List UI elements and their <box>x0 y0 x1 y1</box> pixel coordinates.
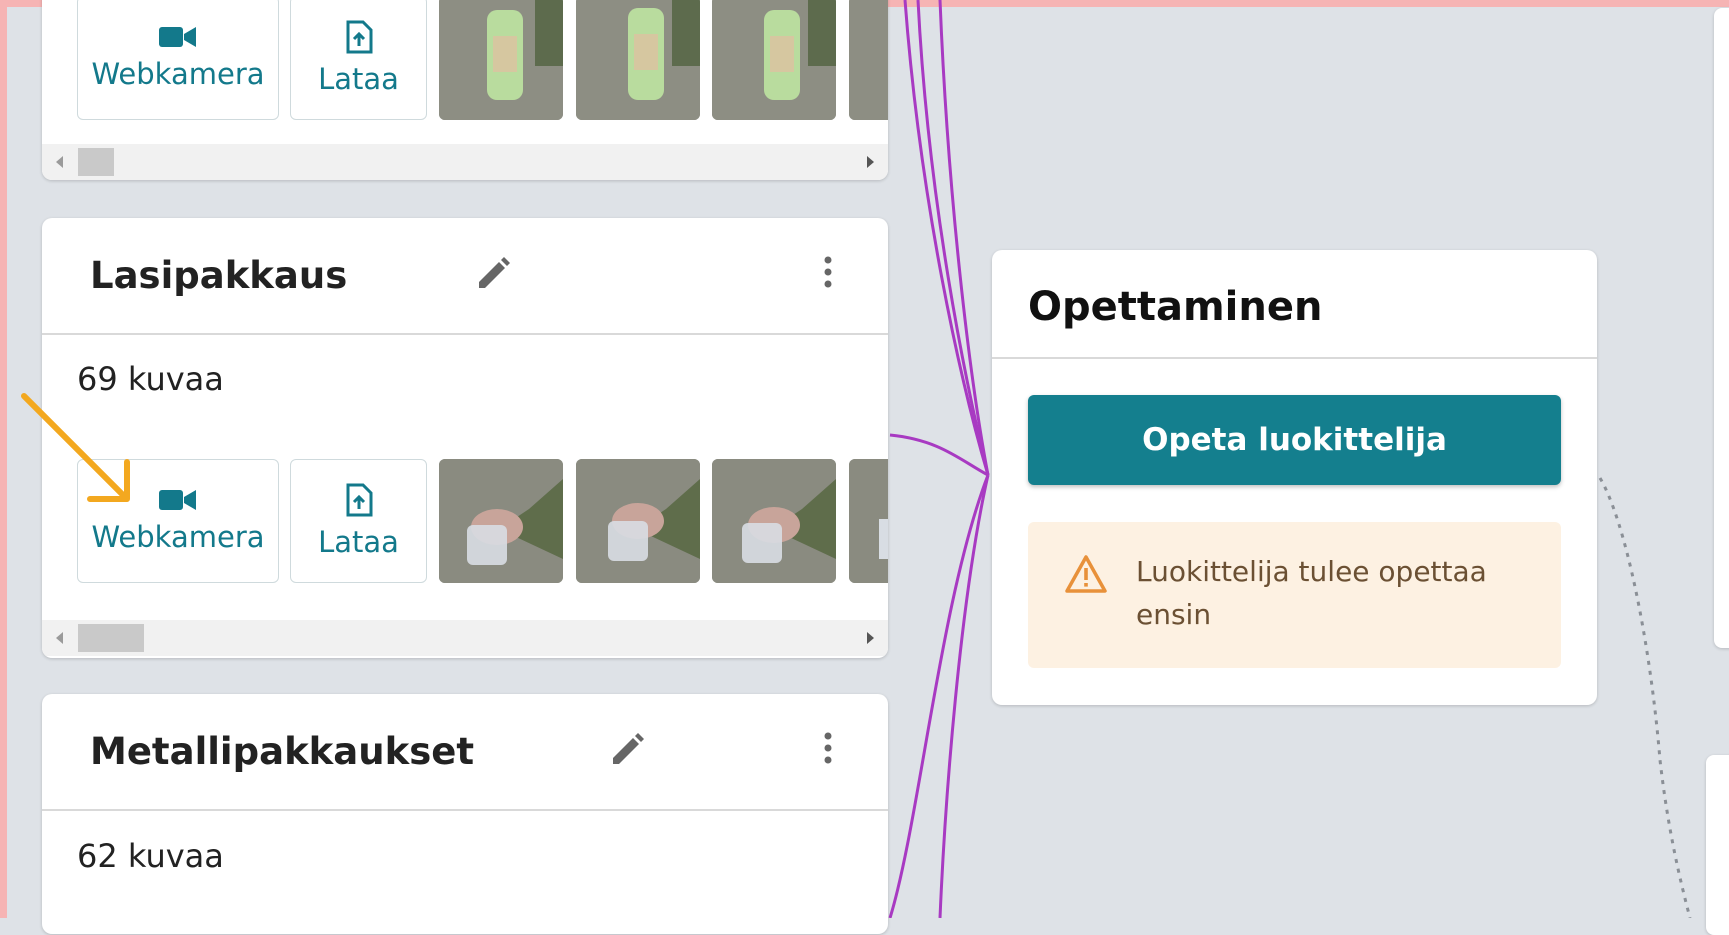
scrollbar-thumb[interactable] <box>78 148 114 176</box>
sample-thumbnail[interactable] <box>439 459 563 583</box>
upload-file-icon <box>346 20 372 54</box>
image-count: 69 kuvaa <box>77 360 224 398</box>
upload-label: Lataa <box>318 62 399 96</box>
upload-label: Lataa <box>318 525 399 559</box>
sample-thumbnail[interactable] <box>712 459 836 583</box>
sample-thumbnail[interactable] <box>849 459 888 583</box>
training-title: Opettaminen <box>1028 284 1323 330</box>
upload-button[interactable]: Lataa <box>290 0 427 120</box>
warning-alert: Luokittelija tulee opettaa ensin <box>1028 522 1561 668</box>
scroll-right-arrow[interactable] <box>867 156 874 168</box>
training-card: Opettaminen Opeta luokittelija Luokittel… <box>992 250 1597 705</box>
sample-thumbnail[interactable] <box>576 459 700 583</box>
sample-row: Webkamera Lataa <box>77 459 888 587</box>
horizontal-scrollbar[interactable] <box>42 620 888 656</box>
class-title: Metallipakkaukset <box>90 730 475 773</box>
image-count: 62 kuvaa <box>77 837 224 875</box>
upload-button[interactable]: Lataa <box>290 459 427 583</box>
sample-row: Webkamera Lataa <box>77 0 888 124</box>
sample-thumbnail[interactable] <box>576 0 700 120</box>
scrollbar-thumb[interactable] <box>78 624 144 652</box>
class-card-top: Webkamera Lataa <box>42 0 888 180</box>
right-panel-card <box>1706 755 1729 935</box>
class-card-metallipakkaukset: Metallipakkaukset 62 kuvaa <box>42 694 888 934</box>
right-panel-card <box>1714 8 1729 648</box>
scroll-left-arrow[interactable] <box>56 632 63 644</box>
sample-thumbnail[interactable] <box>849 0 888 120</box>
card-header: Opettaminen <box>992 250 1597 359</box>
webcam-label: Webkamera <box>91 520 265 554</box>
more-vert-icon[interactable] <box>820 254 836 290</box>
more-vert-icon[interactable] <box>820 730 836 766</box>
scroll-right-arrow[interactable] <box>867 632 874 644</box>
scroll-left-arrow[interactable] <box>56 156 63 168</box>
webcam-button[interactable]: Webkamera <box>77 0 279 120</box>
upload-file-icon <box>346 483 372 517</box>
class-title: Lasipakkaus <box>90 254 348 297</box>
webcam-label: Webkamera <box>91 57 265 91</box>
pencil-icon[interactable] <box>609 732 645 768</box>
horizontal-scrollbar[interactable] <box>42 144 888 180</box>
card-header: Lasipakkaus <box>42 218 888 335</box>
train-classifier-button[interactable]: Opeta luokittelija <box>1028 395 1561 485</box>
warning-icon <box>1065 555 1107 593</box>
class-card-lasipakkaus: Lasipakkaus 69 kuvaa Webkamera Lataa <box>42 218 888 658</box>
sample-thumbnail[interactable] <box>712 0 836 120</box>
webcam-button[interactable]: Webkamera <box>77 459 279 583</box>
warning-text: Luokittelija tulee opettaa ensin <box>1136 555 1487 631</box>
video-camera-icon <box>159 490 196 510</box>
sample-thumbnail[interactable] <box>439 0 563 120</box>
pencil-icon[interactable] <box>475 256 511 292</box>
card-header: Metallipakkaukset <box>42 694 888 811</box>
video-camera-icon <box>159 27 196 47</box>
